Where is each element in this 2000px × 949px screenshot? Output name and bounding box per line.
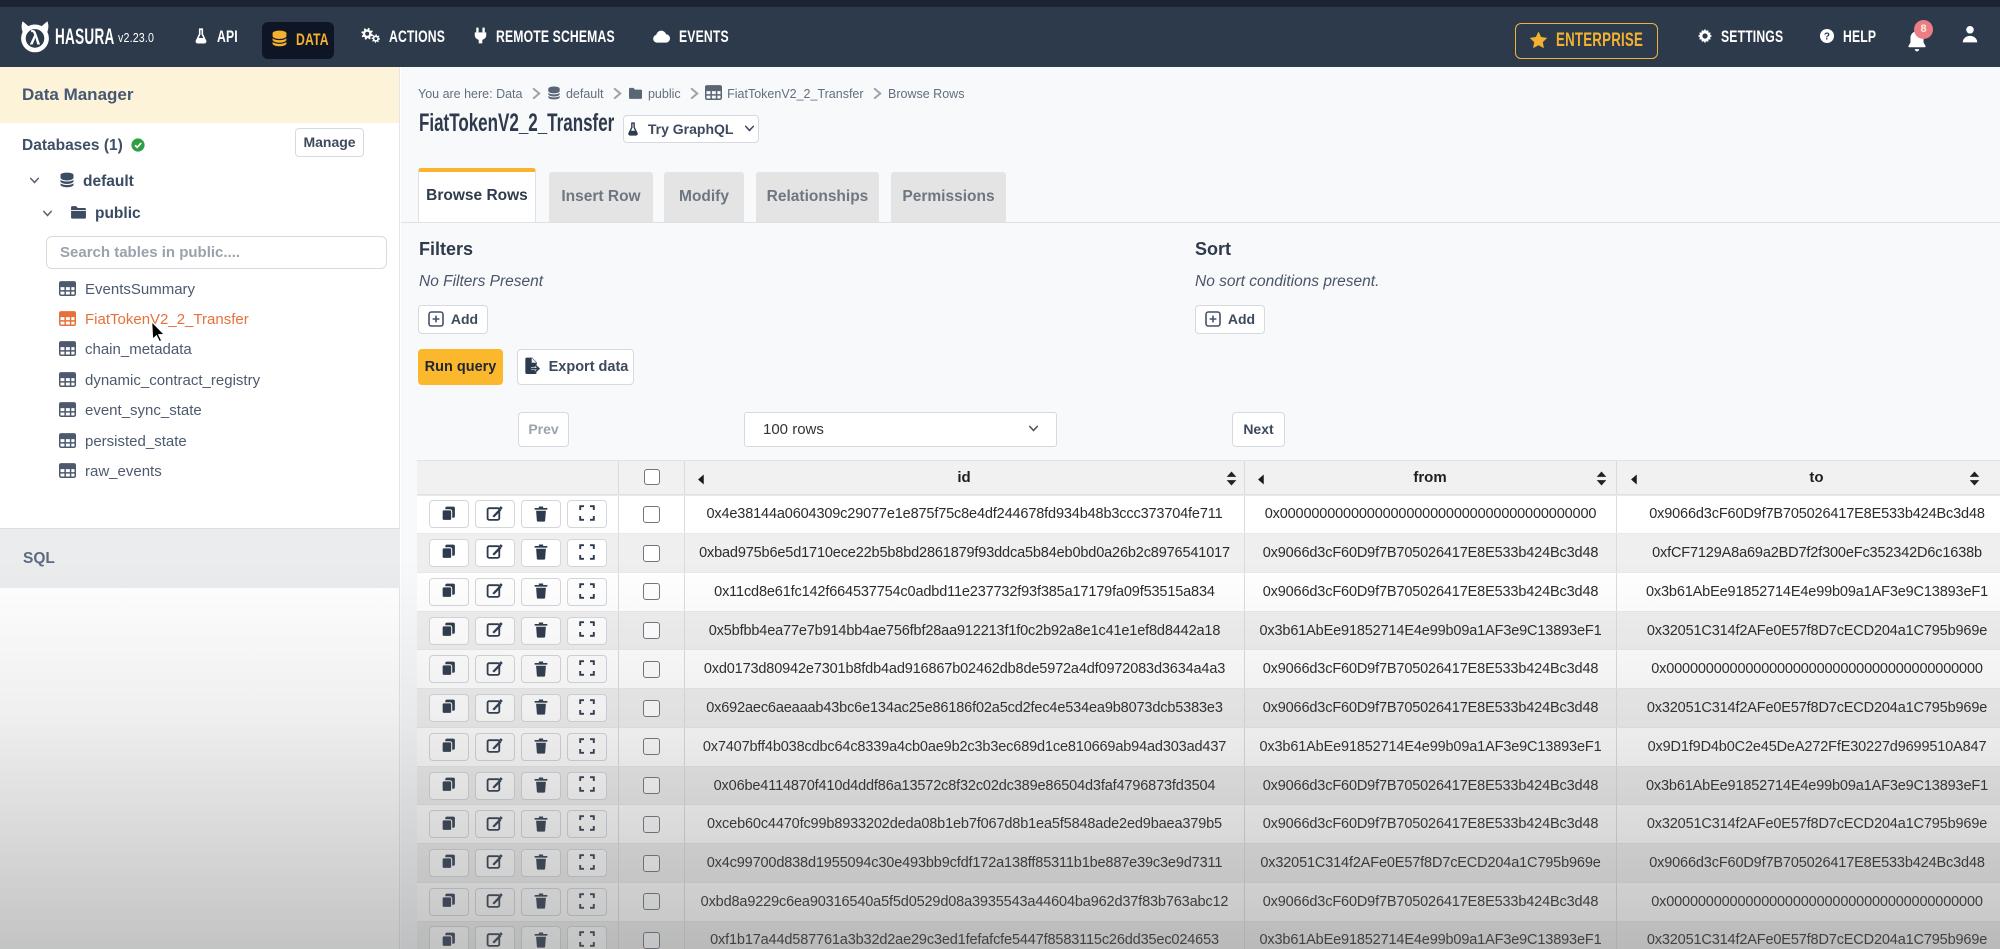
svg-text:?: ? <box>1824 31 1830 42</box>
svg-text:λ: λ <box>30 29 41 50</box>
